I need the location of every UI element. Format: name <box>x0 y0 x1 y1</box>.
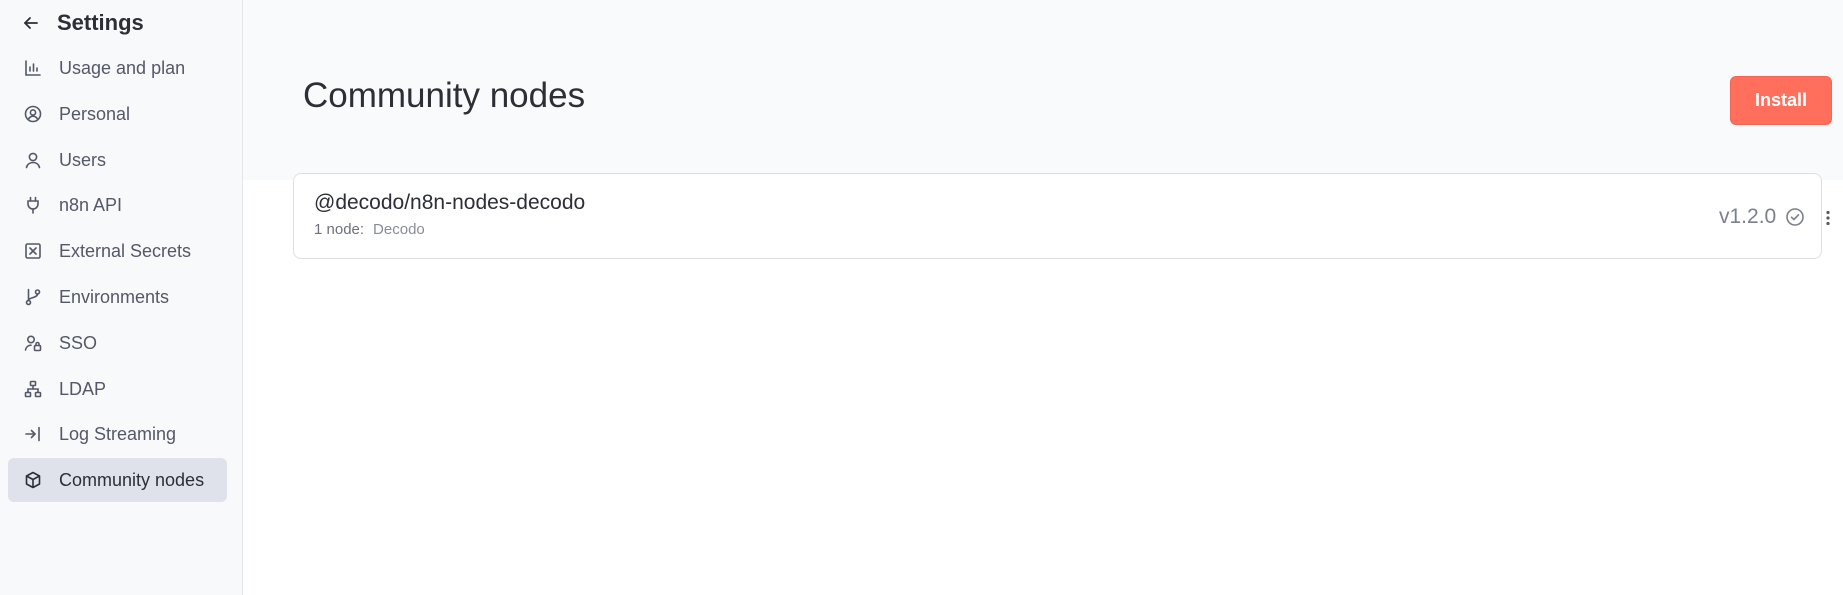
user-icon <box>23 150 43 170</box>
sidebar-item-label: Users <box>59 149 107 170</box>
main-content: Community nodes Install @decodo/n8n-node… <box>243 0 1843 595</box>
more-options-icon[interactable] <box>1817 205 1839 231</box>
sidebar-item-label: Log Streaming <box>59 423 177 444</box>
sidebar-item-label: Environments <box>59 286 170 307</box>
node-count: 1 node: <box>314 221 365 238</box>
package-name: @decodo/n8n-nodes-decodo <box>314 191 586 214</box>
sidebar-item-label: SSO <box>59 332 98 353</box>
vault-icon <box>23 241 43 261</box>
sidebar-item-label: External Secrets <box>59 240 192 261</box>
git-branch-icon <box>23 287 43 307</box>
sidebar-item-external-secrets[interactable]: External Secrets <box>8 229 227 273</box>
bar-chart-icon <box>23 58 43 78</box>
check-circle-icon <box>1785 207 1807 229</box>
sidebar-item-users[interactable]: Users <box>8 138 227 182</box>
plug-icon <box>23 195 43 215</box>
package-meta: 1 node: Decodo <box>314 221 425 238</box>
sidebar-item-label: Usage and plan <box>59 57 186 78</box>
cube-icon <box>23 470 43 490</box>
sidebar-item-usage-and-plan[interactable]: Usage and plan <box>8 46 227 90</box>
sidebar-item-label: LDAP <box>59 378 107 399</box>
sidebar-item-community-nodes[interactable]: Community nodes <box>8 458 227 502</box>
user-circle-icon <box>23 104 43 124</box>
page-title: Community nodes <box>303 76 586 115</box>
settings-sidebar: Settings Usage and plan Personal Users n… <box>0 0 243 595</box>
page-header: Community nodes Install <box>243 0 1843 180</box>
node-names: Decodo <box>373 221 425 238</box>
sidebar-item-label: Community nodes <box>59 469 205 490</box>
package-version: v1.2.0 <box>1719 205 1777 228</box>
sidebar-header: Settings <box>20 8 144 38</box>
sidebar-item-label: Personal <box>59 103 131 124</box>
sidebar-item-sso[interactable]: SSO <box>8 321 227 365</box>
sidebar-item-n8n-api[interactable]: n8n API <box>8 183 227 227</box>
sidebar-item-label: n8n API <box>59 194 123 215</box>
sidebar-title: Settings <box>57 10 144 35</box>
user-lock-icon <box>23 333 43 353</box>
sidebar-item-environments[interactable]: Environments <box>8 275 227 319</box>
sign-in-icon <box>23 424 43 444</box>
sidebar-item-log-streaming[interactable]: Log Streaming <box>8 412 227 456</box>
sidebar-item-personal[interactable]: Personal <box>8 92 227 136</box>
install-button[interactable]: Install <box>1730 76 1832 125</box>
package-card: @decodo/n8n-nodes-decodo 1 node: Decodo … <box>293 173 1830 259</box>
sidebar-item-ldap[interactable]: LDAP <box>8 367 227 411</box>
network-icon <box>23 379 43 399</box>
back-arrow-icon[interactable] <box>20 12 42 34</box>
